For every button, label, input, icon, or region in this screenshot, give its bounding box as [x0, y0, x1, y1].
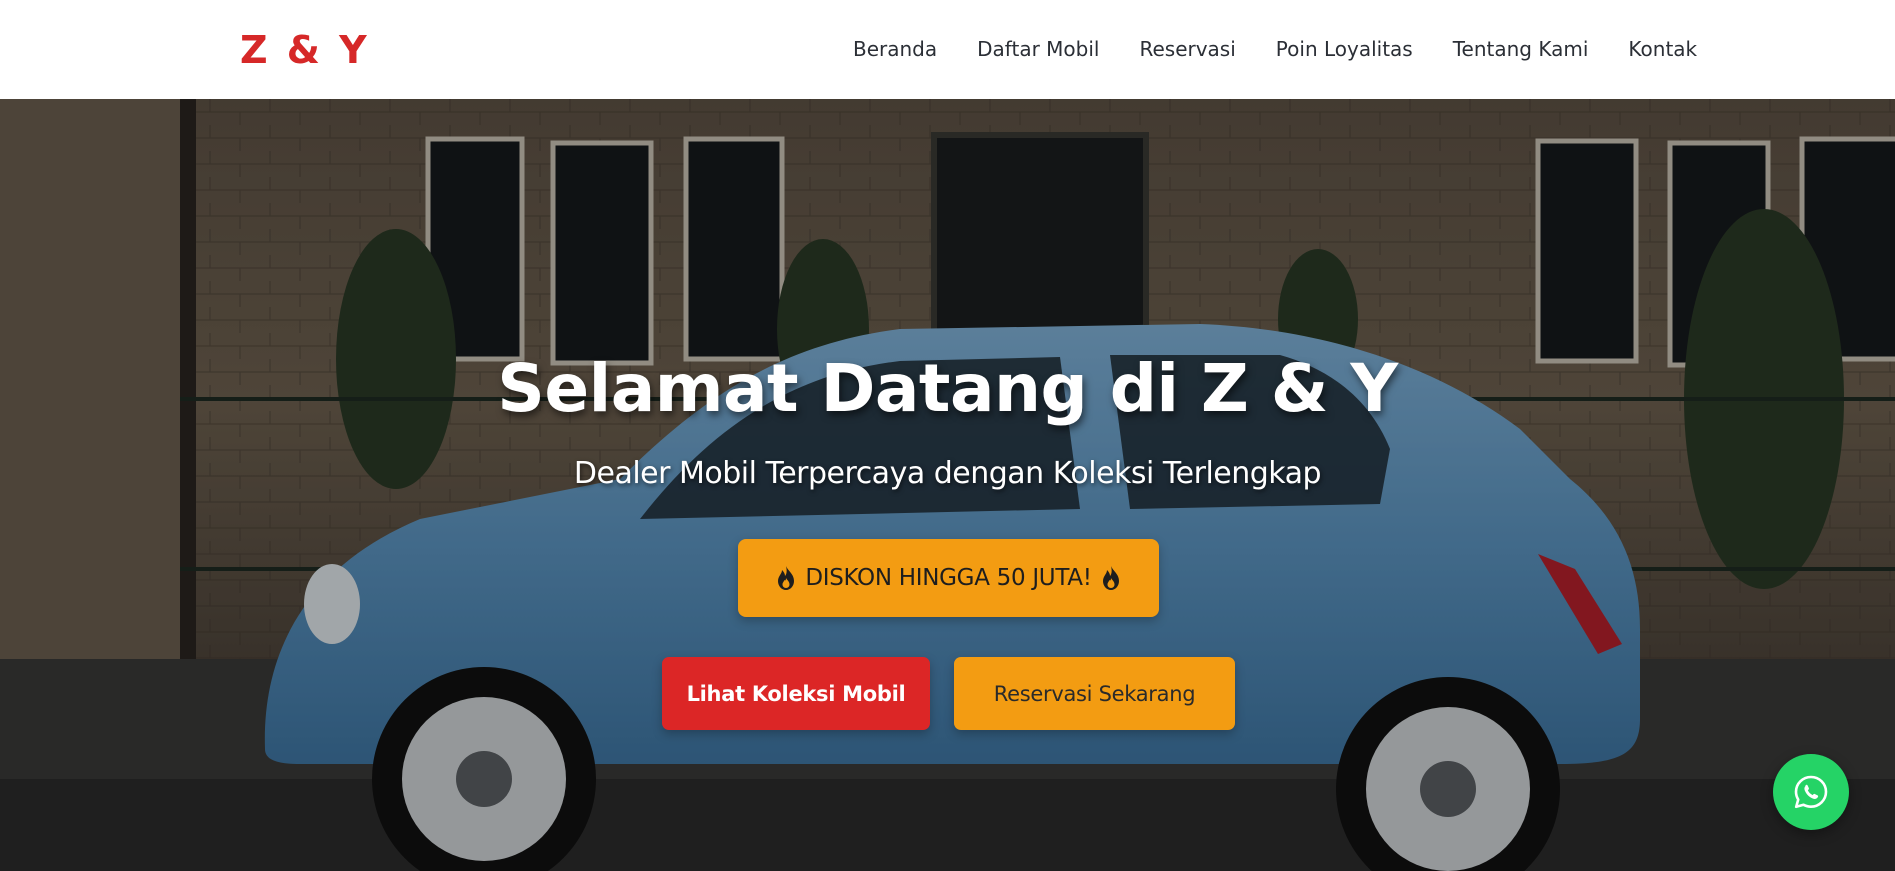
navbar: Z & Y Beranda Daftar Mobil Reservasi Poi…: [0, 0, 1895, 99]
main-nav: Beranda Daftar Mobil Reservasi Poin Loya…: [853, 36, 1697, 62]
promo-badge: DISKON HINGGA 50 JUTA!: [738, 539, 1159, 617]
nav-link-beranda[interactable]: Beranda: [853, 36, 937, 62]
nav-link-poin-loyalitas[interactable]: Poin Loyalitas: [1276, 36, 1413, 62]
whatsapp-chat-button[interactable]: [1773, 754, 1849, 830]
logo[interactable]: Z & Y: [240, 28, 370, 72]
hero-subtitle: Dealer Mobil Terpercaya dengan Koleksi T…: [573, 456, 1322, 491]
reserve-now-button[interactable]: Reservasi Sekarang: [954, 657, 1235, 730]
nav-link-daftar-mobil[interactable]: Daftar Mobil: [977, 36, 1099, 62]
whatsapp-icon: [1794, 775, 1828, 809]
view-collection-button[interactable]: Lihat Koleksi Mobil: [662, 657, 930, 730]
nav-link-kontak[interactable]: Kontak: [1628, 36, 1697, 62]
nav-link-reservasi[interactable]: Reservasi: [1139, 36, 1235, 62]
fire-icon: [778, 566, 795, 590]
hero-title: Selamat Datang di Z & Y: [497, 350, 1398, 427]
fire-icon: [1102, 566, 1119, 590]
nav-link-tentang-kami[interactable]: Tentang Kami: [1453, 36, 1589, 62]
hero-section: Selamat Datang di Z & Y Dealer Mobil Ter…: [0, 99, 1895, 871]
promo-text: DISKON HINGGA 50 JUTA!: [805, 565, 1092, 591]
